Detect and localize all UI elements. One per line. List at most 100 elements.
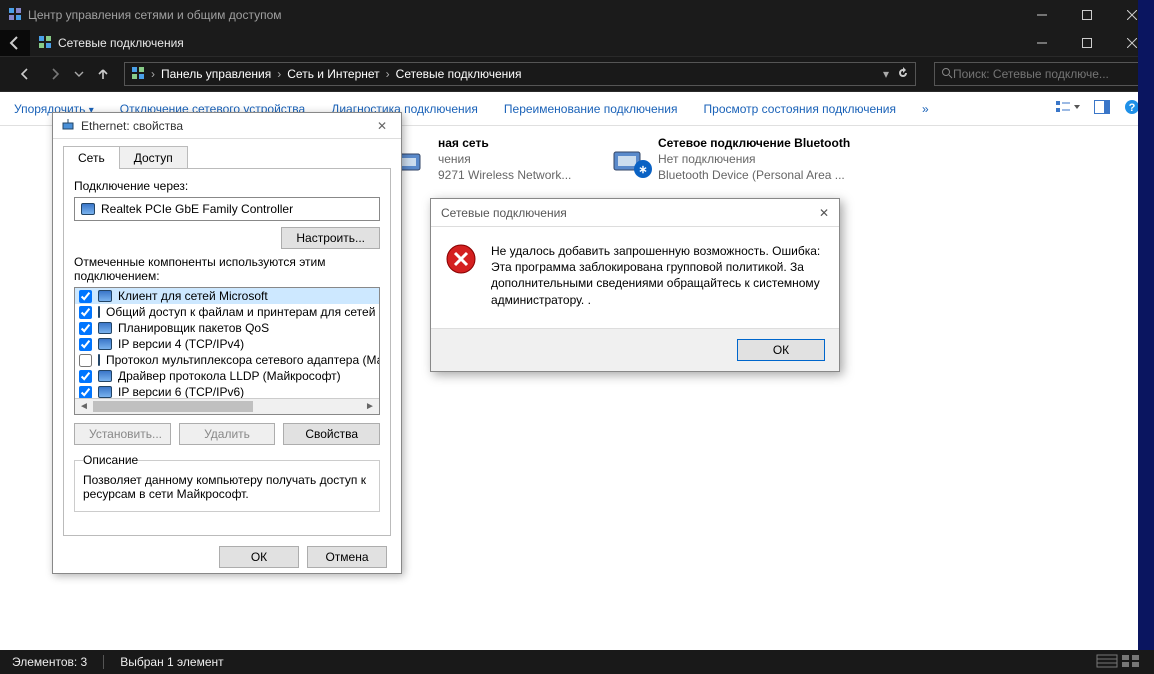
connection-item-wifi[interactable]: × ная сеть чения 9271 Wireless Network..… <box>390 136 580 182</box>
parent-maximize-button[interactable] <box>1064 0 1109 30</box>
maximize-button[interactable] <box>1064 28 1109 58</box>
component-icon <box>98 338 112 350</box>
connection-name: Сетевое подключение Bluetooth <box>658 136 850 150</box>
horizontal-scrollbar[interactable]: ◄ ► <box>75 398 379 414</box>
component-checkbox[interactable] <box>79 354 92 367</box>
parent-window-title: Центр управления сетями и общим доступом <box>28 8 1019 22</box>
window-titlebar: Сетевые подключения <box>30 30 1154 56</box>
messagebox-close-button[interactable]: ✕ <box>819 206 829 220</box>
messagebox-ok-button[interactable]: ОК <box>737 339 825 361</box>
dialog-ok-button[interactable]: ОК <box>219 546 299 568</box>
view-details-button[interactable] <box>1096 653 1118 672</box>
messagebox-text: Не удалось добавить запрошенную возможно… <box>491 243 825 308</box>
component-icon <box>98 290 112 302</box>
status-selection: Выбран 1 элемент <box>120 655 223 669</box>
component-checkbox[interactable] <box>79 290 92 303</box>
connection-item-bluetooth[interactable]: ∗ Сетевое подключение Bluetooth Нет подк… <box>610 136 860 182</box>
bluetooth-badge-icon: ∗ <box>634 160 652 178</box>
breadcrumb[interactable]: Панель управления <box>161 67 271 81</box>
component-item[interactable]: Клиент для сетей Microsoft <box>75 288 379 304</box>
adapter-field: Realtek PCIe GbE Family Controller <box>74 197 380 221</box>
network-connections-icon <box>38 35 52 52</box>
component-checkbox[interactable] <box>79 386 92 399</box>
components-listbox[interactable]: Клиент для сетей MicrosoftОбщий доступ к… <box>74 287 380 415</box>
component-checkbox[interactable] <box>79 338 92 351</box>
component-item[interactable]: IP версии 4 (TCP/IPv4) <box>75 336 379 352</box>
component-icon <box>98 322 112 334</box>
chevron-right-icon: › <box>151 67 155 81</box>
scroll-thumb[interactable] <box>93 401 253 412</box>
configure-button[interactable]: Настроить... <box>281 227 380 249</box>
view-large-icons-button[interactable] <box>1120 653 1142 672</box>
nav-up-button[interactable] <box>88 59 118 89</box>
nav-back-button[interactable] <box>10 59 40 89</box>
component-label: IP версии 4 (TCP/IPv4) <box>118 337 244 351</box>
component-icon <box>98 370 112 382</box>
dialog-cancel-button[interactable]: Отмена <box>307 546 387 568</box>
component-checkbox[interactable] <box>79 322 92 335</box>
toolbar-view-status[interactable]: Просмотр состояния подключения <box>704 102 896 116</box>
toolbar-overflow[interactable]: » <box>922 102 929 116</box>
address-bar[interactable]: › Панель управления › Сеть и Интернет › … <box>124 62 916 86</box>
svg-text:?: ? <box>1129 102 1136 114</box>
search-box[interactable] <box>934 62 1144 86</box>
connect-via-label: Подключение через: <box>74 179 380 193</box>
dialog-close-button[interactable]: ✕ <box>371 119 393 133</box>
component-label: IP версии 6 (TCP/IPv6) <box>118 385 244 399</box>
messagebox-title: Сетевые подключения <box>441 206 567 220</box>
adapter-name: Realtek PCIe GbE Family Controller <box>101 202 293 216</box>
breadcrumb[interactable]: Сеть и Интернет <box>287 67 379 81</box>
component-item[interactable]: Общий доступ к файлам и принтерам для се… <box>75 304 379 320</box>
nav-history-dropdown[interactable] <box>70 59 88 89</box>
view-options-button[interactable] <box>1056 99 1080 118</box>
ethernet-properties-dialog: Ethernet: свойства ✕ Сеть Доступ Подключ… <box>52 112 402 574</box>
component-icon <box>98 354 100 366</box>
error-messagebox: Сетевые подключения ✕ Не удалось добавит… <box>430 198 840 372</box>
navigation-bar: › Панель управления › Сеть и Интернет › … <box>0 56 1154 92</box>
install-button[interactable]: Установить... <box>74 423 171 445</box>
component-item[interactable]: Драйвер протокола LLDP (Майкрософт) <box>75 368 379 384</box>
connection-status: чения <box>438 152 571 166</box>
breadcrumb-root-icon <box>131 66 145 83</box>
nav-forward-button[interactable] <box>40 59 70 89</box>
breadcrumb[interactable]: Сетевые подключения <box>396 67 522 81</box>
preview-pane-button[interactable] <box>1094 100 1110 117</box>
search-input[interactable] <box>953 67 1137 81</box>
properties-button[interactable]: Свойства <box>283 423 380 445</box>
address-dropdown-icon[interactable]: ▾ <box>883 67 889 82</box>
description-group: Описание Позволяет данному компьютеру по… <box>74 453 380 512</box>
error-icon <box>445 243 477 275</box>
component-label: Драйвер протокола LLDP (Майкрософт) <box>118 369 341 383</box>
ethernet-icon <box>61 117 75 134</box>
messagebox-titlebar[interactable]: Сетевые подключения ✕ <box>431 199 839 227</box>
component-icon <box>98 306 100 318</box>
tab-access[interactable]: Доступ <box>119 146 188 169</box>
component-label: Протокол мультиплексора сетевого адаптер… <box>106 353 380 367</box>
status-item-count: Элементов: 3 <box>12 655 87 669</box>
search-icon <box>941 67 953 82</box>
parent-minimize-button[interactable] <box>1019 0 1064 30</box>
component-item[interactable]: Протокол мультиплексора сетевого адаптер… <box>75 352 379 368</box>
minimize-button[interactable] <box>1019 28 1064 58</box>
tab-network[interactable]: Сеть <box>63 146 120 169</box>
dialog-title: Ethernet: свойства <box>81 119 183 133</box>
bluetooth-adapter-icon: ∗ <box>610 136 650 176</box>
dialog-titlebar[interactable]: Ethernet: свойства ✕ <box>53 113 401 139</box>
component-label: Планировщик пакетов QoS <box>118 321 269 335</box>
refresh-icon[interactable] <box>897 67 909 82</box>
connection-device: Bluetooth Device (Personal Area ... <box>658 168 850 182</box>
component-item[interactable]: Планировщик пакетов QoS <box>75 320 379 336</box>
uninstall-button[interactable]: Удалить <box>179 423 276 445</box>
component-icon <box>98 386 112 398</box>
control-panel-icon <box>8 7 22 24</box>
tab-panel-network: Подключение через: Realtek PCIe GbE Fami… <box>63 168 391 536</box>
connection-device: 9271 Wireless Network... <box>438 168 571 182</box>
scroll-left-button[interactable]: ◄ <box>77 401 91 412</box>
scroll-right-button[interactable]: ► <box>363 401 377 412</box>
toolbar-rename[interactable]: Переименование подключения <box>504 102 678 116</box>
component-checkbox[interactable] <box>79 306 92 319</box>
chevron-right-icon: › <box>386 67 390 81</box>
component-label: Общий доступ к файлам и принтерам для се… <box>106 305 380 319</box>
component-checkbox[interactable] <box>79 370 92 383</box>
parent-back-button[interactable] <box>0 30 30 56</box>
